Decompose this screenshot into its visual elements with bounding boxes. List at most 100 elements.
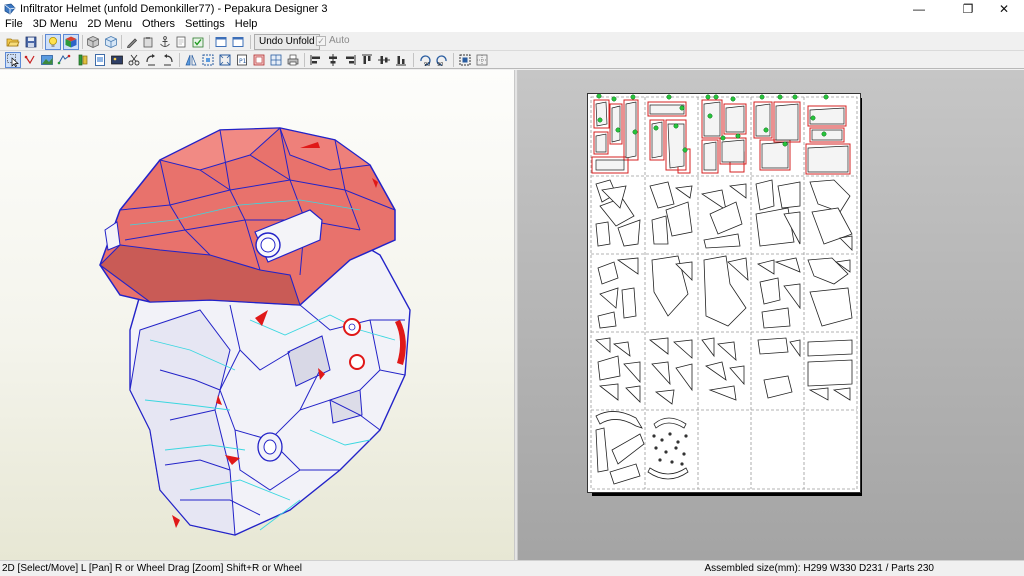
anchor-icon xyxy=(160,36,170,47)
unfolded-parts-layout[interactable] xyxy=(588,94,860,492)
flip-icon xyxy=(185,54,197,66)
grid-icon xyxy=(476,54,488,66)
undo-unfold-button[interactable]: Undo Unfold xyxy=(254,34,320,50)
align-middle-button[interactable] xyxy=(376,52,392,68)
status-bar: 2D [Select/Move] L [Pan] R or Wheel Drag… xyxy=(0,560,1024,576)
gray-cube-icon xyxy=(87,36,99,48)
select-move-tool[interactable] xyxy=(5,52,21,68)
align-right-button[interactable] xyxy=(342,52,358,68)
undo-fold-tool[interactable] xyxy=(160,52,176,68)
helmet-3d-model[interactable] xyxy=(0,70,514,560)
photo-icon xyxy=(111,55,123,65)
3d-view[interactable] xyxy=(0,70,514,560)
print-view-tool[interactable] xyxy=(92,52,108,68)
align-center-icon xyxy=(329,54,337,66)
edge-id-tool[interactable] xyxy=(268,52,284,68)
view-3d-only-button[interactable] xyxy=(213,34,229,50)
print-button[interactable] xyxy=(285,52,301,68)
texture-icon xyxy=(253,54,265,66)
align-bottom-icon xyxy=(396,56,406,66)
align-bottom-button[interactable] xyxy=(393,52,409,68)
bounding-box-tool[interactable] xyxy=(200,52,216,68)
anchor-button[interactable] xyxy=(157,34,173,50)
split-tool[interactable] xyxy=(126,52,142,68)
close-button[interactable]: ✕ xyxy=(987,0,1021,17)
auto-label: Auto xyxy=(329,35,350,46)
align-left-button[interactable] xyxy=(308,52,324,68)
minimize-button[interactable]: — xyxy=(902,0,936,17)
maximize-icon: ❐ xyxy=(962,1,974,16)
pepakura-window: Infiltrator Helmet (unfold Demonkiller77… xyxy=(0,0,1024,576)
fit-page-button[interactable] xyxy=(457,52,473,68)
select-arrow-icon xyxy=(7,54,19,67)
paper-view-button[interactable] xyxy=(103,34,119,50)
auto-checkbox[interactable]: ✓ Auto xyxy=(316,35,350,46)
page-icon: P1 xyxy=(237,54,247,66)
svg-text:90: 90 xyxy=(424,62,430,67)
small-parts-cluster xyxy=(652,432,688,466)
menu-others[interactable]: Others xyxy=(137,17,180,32)
check-button[interactable] xyxy=(190,34,206,50)
fold-tool[interactable] xyxy=(143,52,159,68)
status-hint: 2D [Select/Move] L [Pan] R or Wheel Drag… xyxy=(2,563,303,574)
pencil-icon xyxy=(126,38,138,48)
single-pane-icon xyxy=(215,37,227,47)
paper-sheet[interactable] xyxy=(587,93,861,493)
view-2d-only-button[interactable] xyxy=(230,34,246,50)
menu-settings[interactable]: Settings xyxy=(180,17,230,32)
svg-text:P1: P1 xyxy=(239,58,247,65)
menu-file[interactable]: File xyxy=(0,17,28,32)
scale-tool[interactable] xyxy=(217,52,233,68)
rotate-cw-icon: 90 xyxy=(420,55,431,67)
align-center-h-button[interactable] xyxy=(325,52,341,68)
print-setup-button[interactable] xyxy=(173,34,189,50)
align-left-icon xyxy=(310,55,320,65)
paste-button[interactable] xyxy=(140,34,156,50)
image-tool[interactable] xyxy=(109,52,125,68)
align-top-button[interactable] xyxy=(359,52,375,68)
rotate-icon xyxy=(24,55,35,65)
checkmark-icon: ✓ xyxy=(316,35,326,46)
image-icon xyxy=(41,55,53,65)
clipboard-icon xyxy=(143,37,153,48)
folder-open-icon xyxy=(6,38,20,47)
connect-edges-icon xyxy=(57,54,71,65)
rotate-90-ccw-button[interactable]: 90 xyxy=(434,52,450,68)
texture-toggle-button[interactable] xyxy=(63,34,79,50)
edge-edit-button[interactable] xyxy=(124,34,140,50)
save-button[interactable] xyxy=(23,34,39,50)
part-layout-tool[interactable] xyxy=(39,52,55,68)
grid-page-icon xyxy=(270,54,282,66)
document-icon xyxy=(176,36,186,48)
window-title: Infiltrator Helmet (unfold Demonkiller77… xyxy=(20,2,328,15)
align-right-icon xyxy=(346,55,356,65)
join-edge-tool[interactable] xyxy=(56,52,72,68)
rotate-90-cw-button[interactable]: 90 xyxy=(417,52,433,68)
minimize-icon: — xyxy=(913,1,925,16)
colored-cube-icon xyxy=(65,36,77,48)
maximize-button[interactable]: ❐ xyxy=(951,0,985,17)
align-top-icon xyxy=(362,54,372,64)
menu-3d[interactable]: 3D Menu xyxy=(28,17,83,32)
svg-text:90: 90 xyxy=(437,62,443,67)
sheet-icon xyxy=(95,54,105,66)
align-middle-icon xyxy=(378,56,390,64)
flip-horizontal-tool[interactable] xyxy=(183,52,199,68)
green-check-icon xyxy=(192,37,204,48)
menu-help[interactable]: Help xyxy=(230,17,263,32)
rotate-part-tool[interactable] xyxy=(22,52,38,68)
scissors-icon xyxy=(128,54,140,66)
menu-bar: File 3D Menu 2D Menu Others Settings Hel… xyxy=(0,17,1024,32)
edit-toolbar: P1 90 90 xyxy=(0,51,1024,69)
menu-2d[interactable]: 2D Menu xyxy=(82,17,137,32)
page-number-tool[interactable]: P1 xyxy=(234,52,250,68)
wireframe-button[interactable] xyxy=(85,34,101,50)
grid-button[interactable] xyxy=(474,52,490,68)
light-bulb-icon xyxy=(49,37,57,47)
open-button[interactable] xyxy=(5,34,21,50)
texture-tool[interactable] xyxy=(251,52,267,68)
status-assembled-size: Assembled size(mm): H299 W330 D231 / Par… xyxy=(704,563,934,574)
lighting-toggle-button[interactable] xyxy=(45,34,61,50)
close-icon: ✕ xyxy=(998,1,1010,16)
flap-tool[interactable] xyxy=(75,52,91,68)
